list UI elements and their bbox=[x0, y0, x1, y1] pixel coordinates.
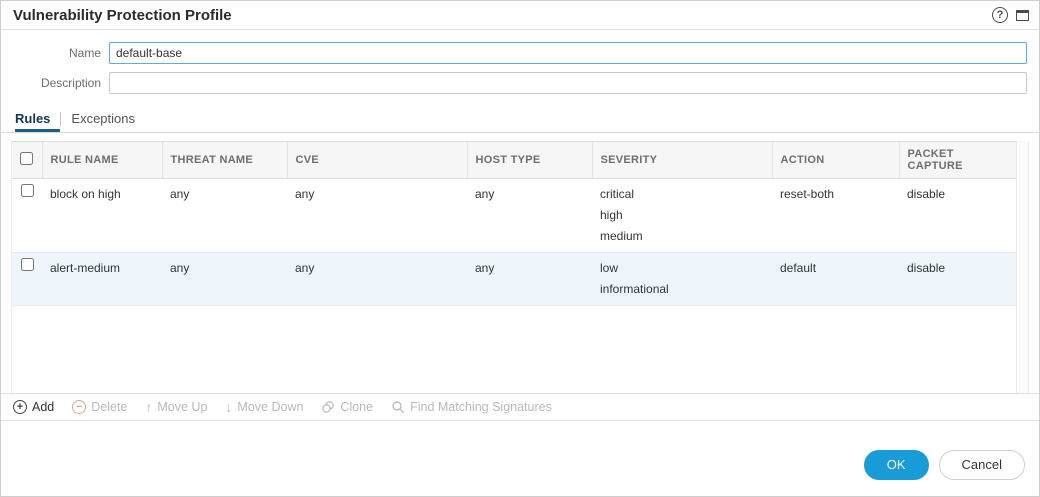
column-header-rule-name[interactable]: RULE NAME bbox=[42, 142, 162, 179]
cell-host-type: any bbox=[467, 179, 592, 253]
cell-packet-capture: disable bbox=[899, 179, 1016, 253]
rules-table: RULE NAME THREAT NAME CVE HOST TYPE SEVE… bbox=[12, 141, 1016, 306]
column-header-severity[interactable]: SEVERITY bbox=[592, 142, 772, 179]
move-up-button[interactable]: ↑ Move Up bbox=[145, 400, 207, 414]
row-checkbox-cell bbox=[12, 253, 42, 306]
table-row[interactable]: alert-medium any any any low information… bbox=[12, 253, 1016, 306]
row-checkbox[interactable] bbox=[21, 258, 34, 271]
rules-table-area: RULE NAME THREAT NAME CVE HOST TYPE SEVE… bbox=[11, 141, 1029, 393]
cancel-button[interactable]: Cancel bbox=[939, 450, 1025, 480]
name-input[interactable] bbox=[109, 42, 1027, 64]
delete-label: Delete bbox=[91, 400, 127, 414]
delete-icon: − bbox=[72, 400, 86, 414]
clone-label: Clone bbox=[340, 400, 373, 414]
cell-threat-name: any bbox=[162, 253, 287, 306]
cell-cve: any bbox=[287, 179, 467, 253]
name-row: Name bbox=[1, 42, 1039, 64]
find-matching-signatures-button[interactable]: Find Matching Signatures bbox=[391, 400, 552, 414]
titlebar-icons: ? bbox=[992, 7, 1029, 23]
move-down-icon: ↓ bbox=[225, 400, 232, 414]
name-label: Name bbox=[1, 46, 109, 60]
add-label: Add bbox=[32, 400, 54, 414]
table-header-row: RULE NAME THREAT NAME CVE HOST TYPE SEVE… bbox=[12, 142, 1016, 179]
dialog-footer: OK Cancel bbox=[1, 421, 1039, 496]
move-down-button[interactable]: ↓ Move Down bbox=[225, 400, 303, 414]
description-input[interactable] bbox=[109, 72, 1027, 94]
help-icon[interactable]: ? bbox=[992, 7, 1008, 23]
cell-threat-name: any bbox=[162, 179, 287, 253]
cell-action: default bbox=[772, 253, 899, 306]
cell-cve: any bbox=[287, 253, 467, 306]
cell-severity: low informational bbox=[592, 253, 772, 306]
cell-severity: critical high medium bbox=[592, 179, 772, 253]
description-label: Description bbox=[1, 76, 109, 90]
move-up-label: Move Up bbox=[157, 400, 207, 414]
move-up-icon: ↑ bbox=[145, 400, 152, 414]
find-matching-signatures-label: Find Matching Signatures bbox=[410, 400, 552, 414]
column-header-packet-capture[interactable]: PACKET CAPTURE bbox=[899, 142, 1016, 179]
cell-action: reset-both bbox=[772, 179, 899, 253]
search-icon bbox=[391, 400, 405, 414]
cell-host-type: any bbox=[467, 253, 592, 306]
column-header-cve[interactable]: CVE bbox=[287, 142, 467, 179]
select-all-checkbox[interactable] bbox=[20, 152, 33, 165]
profile-form: Name Description bbox=[1, 30, 1039, 106]
cell-packet-capture: disable bbox=[899, 253, 1016, 306]
column-header-action[interactable]: ACTION bbox=[772, 142, 899, 179]
tab-bar: Rules Exceptions bbox=[1, 106, 1039, 133]
table-scrollbar[interactable] bbox=[1016, 141, 1028, 393]
row-checkbox-cell bbox=[12, 179, 42, 253]
row-checkbox[interactable] bbox=[21, 184, 34, 197]
clone-button[interactable]: Clone bbox=[321, 400, 373, 414]
dialog-title: Vulnerability Protection Profile bbox=[13, 7, 232, 24]
cell-rule-name[interactable]: alert-medium bbox=[42, 253, 162, 306]
column-header-threat-name[interactable]: THREAT NAME bbox=[162, 142, 287, 179]
tab-rules[interactable]: Rules bbox=[15, 111, 60, 132]
table-row[interactable]: block on high any any any critical high … bbox=[12, 179, 1016, 253]
table-toolbar: + Add − Delete ↑ Move Up ↓ Move Down Clo… bbox=[1, 393, 1039, 421]
cell-rule-name[interactable]: block on high bbox=[42, 179, 162, 253]
window-icon[interactable] bbox=[1016, 10, 1029, 21]
dialog-titlebar: Vulnerability Protection Profile ? bbox=[1, 1, 1039, 30]
add-icon: + bbox=[13, 400, 27, 414]
ok-button[interactable]: OK bbox=[864, 450, 929, 480]
column-header-host-type[interactable]: HOST TYPE bbox=[467, 142, 592, 179]
description-row: Description bbox=[1, 72, 1039, 94]
vulnerability-protection-profile-dialog: Vulnerability Protection Profile ? Name … bbox=[0, 0, 1040, 497]
move-down-label: Move Down bbox=[237, 400, 303, 414]
add-button[interactable]: + Add bbox=[13, 400, 54, 414]
select-all-header bbox=[12, 142, 42, 179]
delete-button[interactable]: − Delete bbox=[72, 400, 127, 414]
clone-icon bbox=[321, 400, 335, 414]
tab-exceptions[interactable]: Exceptions bbox=[61, 111, 145, 132]
